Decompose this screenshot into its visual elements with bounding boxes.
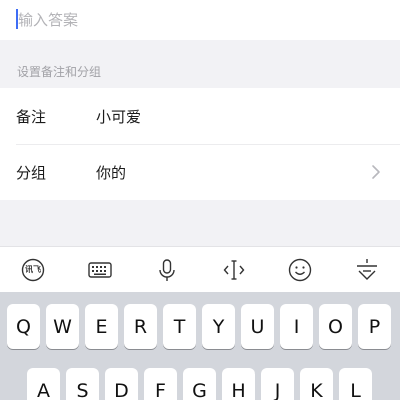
key-o[interactable]: O	[319, 304, 352, 349]
empty-area	[0, 200, 400, 246]
key-e[interactable]: E	[85, 304, 118, 349]
emoji-icon[interactable]	[288, 258, 312, 282]
chevron-right-icon	[372, 165, 380, 179]
keyboard-toolbar: 讯飞	[0, 246, 400, 292]
key-i[interactable]: I	[280, 304, 313, 349]
key-d[interactable]: D	[105, 368, 138, 400]
answer-input[interactable]	[16, 7, 376, 33]
group-label: 分组	[16, 164, 47, 182]
key-r[interactable]: R	[124, 304, 157, 349]
key-p[interactable]: P	[358, 304, 391, 349]
section-header: 设置备注和分组	[0, 40, 400, 88]
cursor-move-icon[interactable]	[222, 258, 246, 282]
key-t[interactable]: T	[163, 304, 196, 349]
section-title: 设置备注和分组	[17, 65, 102, 79]
key-l[interactable]: L	[339, 368, 372, 400]
group-row[interactable]: 分组 你的	[0, 144, 400, 200]
answer-area	[0, 0, 400, 40]
key-k[interactable]: K	[300, 368, 333, 400]
key-q[interactable]: Q	[7, 304, 40, 349]
group-value: 你的	[96, 164, 127, 182]
key-f[interactable]: F	[144, 368, 177, 400]
key-g[interactable]: G	[183, 368, 216, 400]
xunfei-logo-icon[interactable]: 讯飞	[21, 258, 45, 282]
key-j[interactable]: J	[261, 368, 294, 400]
logo-text: 讯飞	[25, 265, 41, 274]
key-h[interactable]: H	[222, 368, 255, 400]
keyboard: Q W E R T Y U I O P A S D F G H J K L	[0, 292, 400, 400]
microphone-icon[interactable]	[155, 258, 179, 282]
text-caret	[16, 9, 18, 29]
keyboard-icon[interactable]	[88, 258, 112, 282]
settings-card: 备注 小可爱 分组 你的	[0, 88, 400, 200]
key-y[interactable]: Y	[202, 304, 235, 349]
remark-row[interactable]: 备注 小可爱	[0, 88, 400, 144]
key-a[interactable]: A	[27, 368, 60, 400]
key-s[interactable]: S	[66, 368, 99, 400]
key-u[interactable]: U	[241, 304, 274, 349]
collapse-keyboard-icon[interactable]	[355, 258, 379, 282]
remark-value[interactable]: 小可爱	[96, 106, 141, 127]
remark-label: 备注	[16, 108, 47, 126]
key-w[interactable]: W	[46, 304, 79, 349]
